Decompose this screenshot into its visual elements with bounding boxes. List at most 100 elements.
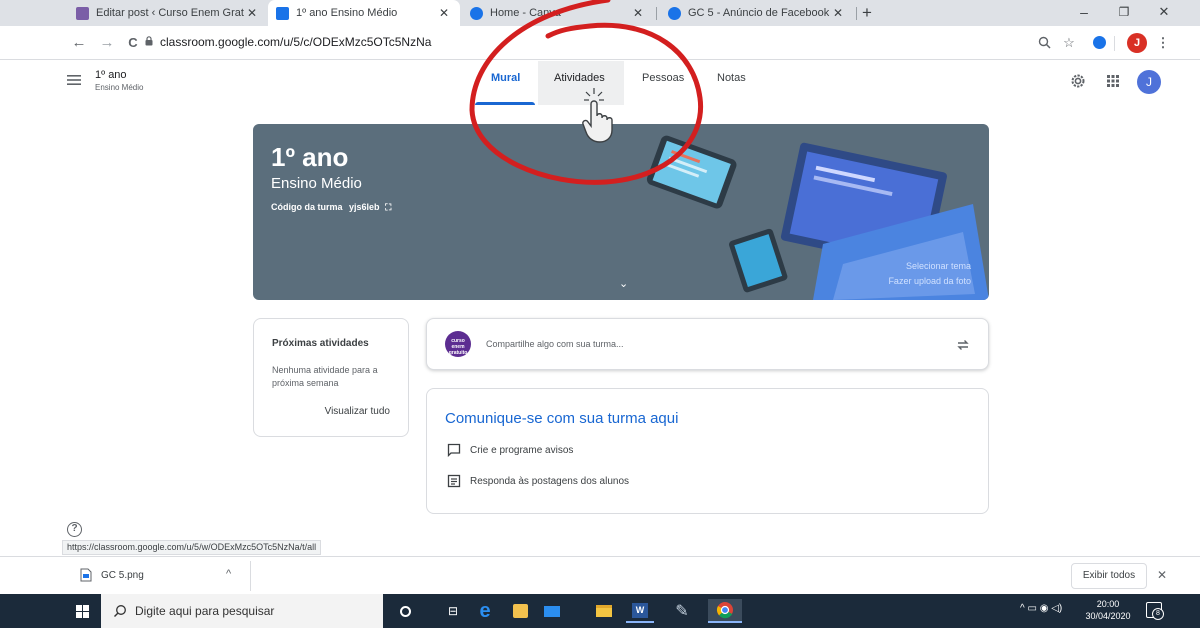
clock-date: 30/04/2020	[1085, 611, 1131, 621]
banner-class-title: 1º ano	[271, 142, 349, 172]
word-icon[interactable]: W	[626, 599, 654, 623]
toolbar-divider	[1114, 36, 1115, 51]
header-class-name[interactable]: 1º ano	[95, 69, 127, 81]
browser-tab-strip: Editar post ‹ Curso Enem Gratuito ✕ 1º a…	[0, 0, 1200, 26]
chrome-taskbar-icon[interactable]	[708, 599, 742, 623]
tab-title: 1º ano Ensino Médio	[296, 7, 398, 19]
select-theme-link[interactable]: Selecionar tema	[906, 261, 971, 271]
notification-center-icon[interactable]: 8	[1146, 602, 1164, 620]
downloads-bar: GC 5.png ^ Exibir todos ✕	[0, 556, 1200, 594]
address-bar[interactable]: classroom.google.com/u/5/c/ODExMzc5OTc5N…	[160, 35, 431, 49]
browser-profile-avatar[interactable]: J	[1127, 33, 1147, 53]
communicate-card: Comunique-se com sua turma aqui Crie e p…	[426, 388, 989, 514]
tab-divider	[656, 7, 657, 20]
communicate-item-postagens: Responda às postagens dos alunos	[470, 476, 630, 487]
upcoming-empty-text: Nenhuma atividade para a próxima semana	[272, 365, 378, 388]
taskbar-search-placeholder: Digite aqui para pesquisar	[135, 604, 275, 618]
minimize-button[interactable]: –	[1064, 0, 1104, 26]
cortana-icon[interactable]	[391, 599, 419, 623]
taskbar-search-box[interactable]: Digite aqui para pesquisar	[101, 594, 383, 628]
window-close-button[interactable]: ✕	[1144, 0, 1184, 26]
class-code-label: Código da turma	[271, 202, 343, 212]
paint-icon[interactable]: ✎	[668, 599, 696, 623]
hamburger-menu-icon[interactable]	[66, 72, 82, 88]
apps-grid-icon[interactable]	[1105, 73, 1121, 89]
file-explorer-icon[interactable]	[590, 599, 618, 623]
settings-gear-icon[interactable]	[1068, 71, 1088, 91]
edge-browser-icon[interactable]: e	[471, 599, 499, 623]
tab-notas[interactable]: Notas	[717, 72, 746, 84]
class-code-value[interactable]: yjs6leb	[349, 202, 380, 212]
upcoming-title: Próximas atividades	[272, 338, 369, 349]
announcement-icon	[447, 443, 461, 457]
tab-close-icon[interactable]: ✕	[436, 6, 452, 20]
tab-title: Editar post ‹ Curso Enem Gratuito	[96, 7, 244, 19]
fullscreen-icon[interactable]: ⛶	[385, 202, 391, 212]
tab-close-icon[interactable]: ✕	[830, 6, 846, 20]
show-all-downloads-button[interactable]: Exibir todos	[1071, 563, 1147, 589]
header-class-section: Ensino Médio	[95, 83, 144, 92]
forward-button[interactable]: →	[96, 32, 118, 54]
tab-close-icon[interactable]: ✕	[630, 6, 646, 20]
reply-posts-icon	[447, 474, 461, 488]
class-banner: 1º ano Ensino Médio Código da turma yjs6…	[253, 124, 989, 300]
view-all-link[interactable]: Visualizar tudo	[325, 406, 390, 417]
clock-time: 20:00	[1096, 599, 1120, 609]
class-logo-avatar: curso enem gratuito	[445, 331, 471, 357]
download-divider	[250, 561, 251, 591]
tab-pessoas[interactable]: Pessoas	[642, 72, 684, 84]
bookmark-star-icon[interactable]: ☆	[1060, 34, 1078, 52]
taskbar-clock[interactable]: 20:00 30/04/2020	[1083, 598, 1133, 622]
tab-mural[interactable]: Mural	[491, 72, 520, 84]
back-button[interactable]: ←	[68, 32, 90, 54]
tab-close-icon[interactable]: ✕	[244, 6, 260, 20]
help-icon[interactable]: ?	[67, 522, 82, 537]
store-icon[interactable]	[506, 599, 534, 623]
upload-photo-link[interactable]: Fazer upload da foto	[888, 276, 971, 286]
search-icon	[114, 605, 126, 617]
system-tray-icons[interactable]: ^ ▭ ◉ ◁)	[1020, 603, 1062, 614]
new-tab-button[interactable]: +	[862, 3, 872, 23]
browser-tab-gc5[interactable]: GC 5 - Anúncio de Facebook ✕	[660, 0, 854, 26]
tab-divider	[856, 7, 857, 20]
close-downloads-button[interactable]: ✕	[1157, 568, 1167, 582]
notification-count-badge: 8	[1152, 608, 1164, 620]
browser-tab-editar-post[interactable]: Editar post ‹ Curso Enem Gratuito ✕	[68, 0, 268, 26]
browser-menu-icon[interactable]: ⋮	[1154, 34, 1172, 52]
active-tab-indicator	[475, 102, 535, 105]
file-icon	[80, 568, 92, 582]
extension-icon[interactable]	[1090, 34, 1108, 52]
reload-button[interactable]: C	[122, 32, 144, 54]
browser-toolbar: ← → C classroom.google.com/u/5/c/ODExMzc…	[0, 26, 1200, 60]
zoom-icon[interactable]	[1036, 34, 1054, 52]
share-card[interactable]: curso enem gratuito Compartilhe algo com…	[426, 318, 989, 370]
upcoming-activities-card: Próximas atividades Nenhuma atividade pa…	[253, 318, 409, 437]
status-bar-url: https://classroom.google.com/u/5/w/ODExM…	[62, 540, 322, 555]
canva-favicon-icon	[668, 6, 681, 20]
windows-start-icon[interactable]	[76, 605, 89, 618]
browser-tab-canva[interactable]: Home - Canva ✕	[462, 0, 654, 26]
classroom-favicon-icon	[276, 6, 289, 20]
windows-taskbar: Digite aqui para pesquisar ⊟ e W ✎ ^ ▭ ◉…	[0, 594, 1200, 628]
communicate-item-avisos: Crie e programe avisos	[470, 445, 574, 456]
download-file-name[interactable]: GC 5.png	[101, 570, 144, 581]
expand-chevron-icon[interactable]: ⌄	[619, 277, 628, 290]
download-chevron-up-icon[interactable]: ^	[226, 568, 231, 580]
class-code-row: Código da turma yjs6leb ⛶	[271, 202, 391, 213]
account-avatar[interactable]: J	[1137, 70, 1161, 94]
restore-button[interactable]: ❐	[1104, 0, 1144, 26]
mail-icon[interactable]	[538, 599, 566, 623]
communicate-title: Comunique-se com sua turma aqui	[445, 410, 679, 427]
chrome-icon	[716, 602, 733, 619]
tab-atividades[interactable]: Atividades	[554, 72, 605, 84]
banner-class-subtitle: Ensino Médio	[271, 175, 362, 192]
repost-arrows-icon[interactable]	[955, 337, 971, 353]
tab-title: Home - Canva	[490, 7, 561, 19]
hand-pointer-cursor-icon	[582, 88, 613, 143]
tab-title: GC 5 - Anúncio de Facebook	[688, 7, 830, 19]
browser-tab-classroom[interactable]: 1º ano Ensino Médio ✕	[268, 0, 460, 26]
share-input[interactable]: Compartilhe algo com sua turma...	[486, 339, 624, 349]
wordpress-favicon-icon	[76, 6, 89, 20]
canva-favicon-icon	[470, 6, 483, 20]
task-view-icon[interactable]: ⊟	[439, 599, 467, 623]
